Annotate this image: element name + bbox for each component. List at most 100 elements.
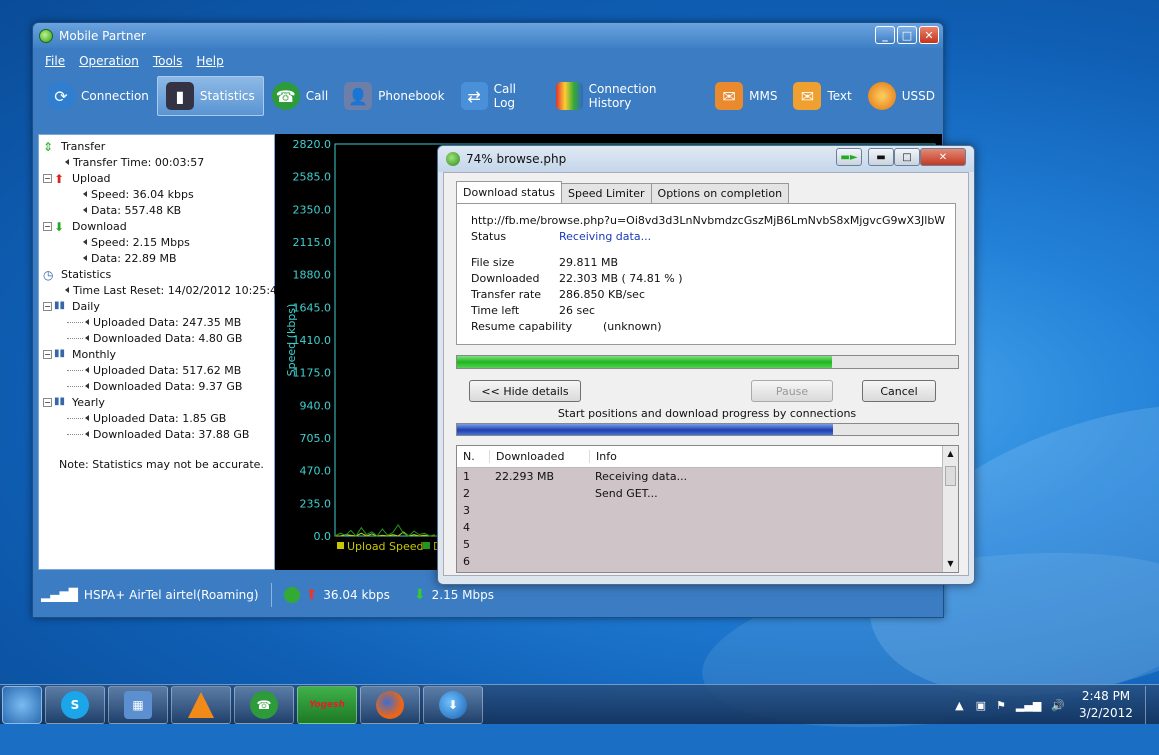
menu-tools[interactable]: Tools bbox=[153, 54, 183, 68]
vertical-scrollbar[interactable]: ▲ ▼ bbox=[942, 446, 958, 572]
tree-daily[interactable]: − ▮▮ Daily bbox=[39, 298, 274, 314]
tree-last-reset: Time Last Reset: 14/02/2012 10:25:43 bbox=[39, 282, 284, 298]
system-tray: ▲ ▣ ⚑ ▂▄▆ 🔊 2:48 PM 3/2/2012 bbox=[955, 685, 1159, 725]
y-tick-label: 2115.0 bbox=[293, 236, 332, 249]
tree-download[interactable]: − ⬇ Download bbox=[39, 218, 274, 234]
collapse-icon[interactable]: − bbox=[43, 301, 52, 311]
scroll-up-icon[interactable]: ▲ bbox=[943, 446, 958, 462]
idm-icon: ⬇ bbox=[439, 690, 467, 719]
menu-help[interactable]: Help bbox=[196, 54, 223, 68]
taskbar-vlc[interactable] bbox=[171, 685, 231, 724]
taskbar-skype[interactable]: S bbox=[45, 685, 105, 724]
tree-transfer[interactable]: ⇕ Transfer bbox=[39, 138, 274, 155]
table-row[interactable]: 1 22.293 MB Receiving data... bbox=[457, 468, 958, 485]
usb-device-icon[interactable]: ▣ bbox=[976, 699, 986, 712]
tree-statistics[interactable]: ◷ Statistics bbox=[39, 266, 274, 283]
toolbar-mms[interactable]: ✉ MMS bbox=[707, 76, 785, 116]
y-axis-label: Speed (kbps) bbox=[285, 304, 298, 377]
series-line bbox=[334, 523, 436, 537]
y-tick-label: 2585.0 bbox=[293, 171, 332, 184]
menu-bar: File Operation Tools Help bbox=[33, 48, 943, 74]
green-arrow-button[interactable]: ▬► bbox=[836, 148, 862, 166]
cancel-button[interactable]: Cancel bbox=[862, 380, 936, 402]
clock[interactable]: 2:48 PM 3/2/2012 bbox=[1071, 688, 1141, 722]
volume-icon[interactable]: 🔊 bbox=[1051, 699, 1065, 712]
connection-status-icon bbox=[283, 587, 300, 603]
transfer-arrows-icon: ⇕ bbox=[43, 140, 54, 154]
close-button[interactable]: ✕ bbox=[919, 26, 939, 44]
column-downloaded[interactable]: Downloaded bbox=[489, 450, 589, 463]
toolbar-connection[interactable]: ⟳ Connection bbox=[39, 76, 157, 116]
bar-chart-icon: ▮▮ bbox=[54, 396, 66, 407]
action-center-flag-icon[interactable]: ⚑ bbox=[996, 699, 1006, 712]
status-value: Receiving data... bbox=[559, 229, 652, 243]
toolbar-phonebook[interactable]: 👤 Phonebook bbox=[336, 76, 452, 116]
network-signal-icon[interactable]: ▂▄▆ bbox=[1016, 699, 1041, 712]
start-button[interactable] bbox=[2, 685, 42, 724]
y-tick-label: 1880.0 bbox=[293, 269, 332, 282]
mobile-partner-app-icon bbox=[39, 28, 53, 43]
text-message-icon: ✉ bbox=[793, 82, 822, 110]
taskbar-firefox[interactable] bbox=[360, 685, 420, 724]
scrollbar-thumb[interactable] bbox=[945, 466, 956, 486]
window-title: Mobile Partner bbox=[59, 28, 146, 43]
table-row[interactable]: 4 bbox=[457, 519, 958, 536]
table-row[interactable]: 5 bbox=[457, 536, 958, 553]
collapse-icon[interactable]: − bbox=[43, 173, 52, 183]
bar-chart-icon: ▮▮ bbox=[54, 300, 66, 311]
minimize-button[interactable]: _ bbox=[875, 26, 895, 44]
connection-icon: ⟳ bbox=[47, 82, 75, 110]
downloaded-value: 22.303 MB ( 74.81 % ) bbox=[559, 271, 683, 285]
table-row[interactable]: 2 Send GET... bbox=[457, 485, 958, 502]
taskbar-idm[interactable]: ⬇ bbox=[423, 685, 483, 724]
y-tick-label: 470.0 bbox=[300, 465, 332, 478]
minimize-button[interactable]: ▬ bbox=[868, 148, 894, 166]
taskbar-yogesh[interactable]: Yogesh bbox=[297, 685, 357, 724]
taskbar: S ▦ ☎ Yogesh ⬇ ▲ ▣ ⚑ ▂▄▆ 🔊 2:48 PM 3/2/2… bbox=[0, 684, 1159, 724]
collapse-icon[interactable]: − bbox=[43, 221, 52, 231]
tree-monthly[interactable]: − ▮▮ Monthly bbox=[39, 346, 274, 362]
taskbar-mobile-partner[interactable]: ☎ bbox=[234, 685, 294, 724]
resume-label: Resume capability bbox=[471, 319, 573, 333]
menu-operation[interactable]: Operation bbox=[79, 54, 139, 68]
toolbar: ⟳ Connection ▮ Statistics ☎ Call 👤 Phonebook… bbox=[33, 74, 943, 118]
y-tick-label: 1175.0 bbox=[293, 367, 332, 380]
tree-yearly-downloaded: Downloaded Data: 37.88 GB bbox=[39, 426, 274, 442]
toolbar-ussd[interactable]: USSD bbox=[860, 76, 943, 116]
connections-progress-fill bbox=[457, 424, 833, 435]
clock-date: 3/2/2012 bbox=[1079, 706, 1133, 720]
table-row[interactable]: 6 bbox=[457, 553, 958, 570]
tree-yearly[interactable]: − ▮▮ Yearly bbox=[39, 394, 274, 410]
close-button[interactable]: ✕ bbox=[920, 148, 966, 166]
tab-speed-limiter[interactable]: Speed Limiter bbox=[560, 183, 652, 203]
toolbar-text[interactable]: ✉ Text bbox=[785, 76, 859, 116]
menu-file[interactable]: File bbox=[45, 54, 65, 68]
toolbar-statistics[interactable]: ▮ Statistics bbox=[156, 76, 264, 116]
y-tick-label: 940.0 bbox=[300, 399, 332, 412]
maximize-button[interactable]: □ bbox=[894, 148, 920, 166]
tab-download-status[interactable]: Download status bbox=[456, 181, 562, 203]
hide-details-button[interactable]: << Hide details bbox=[469, 380, 581, 402]
collapse-icon[interactable]: − bbox=[43, 397, 52, 407]
tree-daily-uploaded: Uploaded Data: 247.35 MB bbox=[39, 314, 274, 330]
download-arrow-icon: ⬇ bbox=[413, 587, 426, 603]
column-info[interactable]: Info bbox=[589, 450, 929, 463]
show-hidden-icons-icon[interactable]: ▲ bbox=[955, 699, 963, 712]
connections-progress-bar bbox=[456, 423, 959, 436]
toolbar-connection-history[interactable]: Connection History bbox=[548, 76, 708, 116]
pause-button[interactable]: Pause bbox=[751, 380, 833, 402]
table-row[interactable]: 3 bbox=[457, 502, 958, 519]
toolbar-call-log[interactable]: ⇄ Call Log bbox=[453, 76, 548, 116]
taskbar-control-panel[interactable]: ▦ bbox=[108, 685, 168, 724]
tab-options-on-completion[interactable]: Options on completion bbox=[650, 183, 790, 203]
show-desktop-button[interactable] bbox=[1145, 686, 1159, 724]
scroll-down-icon[interactable]: ▼ bbox=[943, 556, 958, 572]
upload-arrow-icon: ⬆ bbox=[54, 172, 65, 186]
toolbar-call[interactable]: ☎ Call bbox=[264, 76, 336, 116]
tree-upload[interactable]: − ⬆ Upload bbox=[39, 170, 274, 186]
time-left-label: Time left bbox=[471, 303, 520, 317]
maximize-button[interactable]: □ bbox=[897, 26, 917, 44]
collapse-icon[interactable]: − bbox=[43, 349, 52, 359]
legend-label: Upload Speed bbox=[347, 540, 424, 553]
column-n[interactable]: N. bbox=[457, 450, 489, 463]
